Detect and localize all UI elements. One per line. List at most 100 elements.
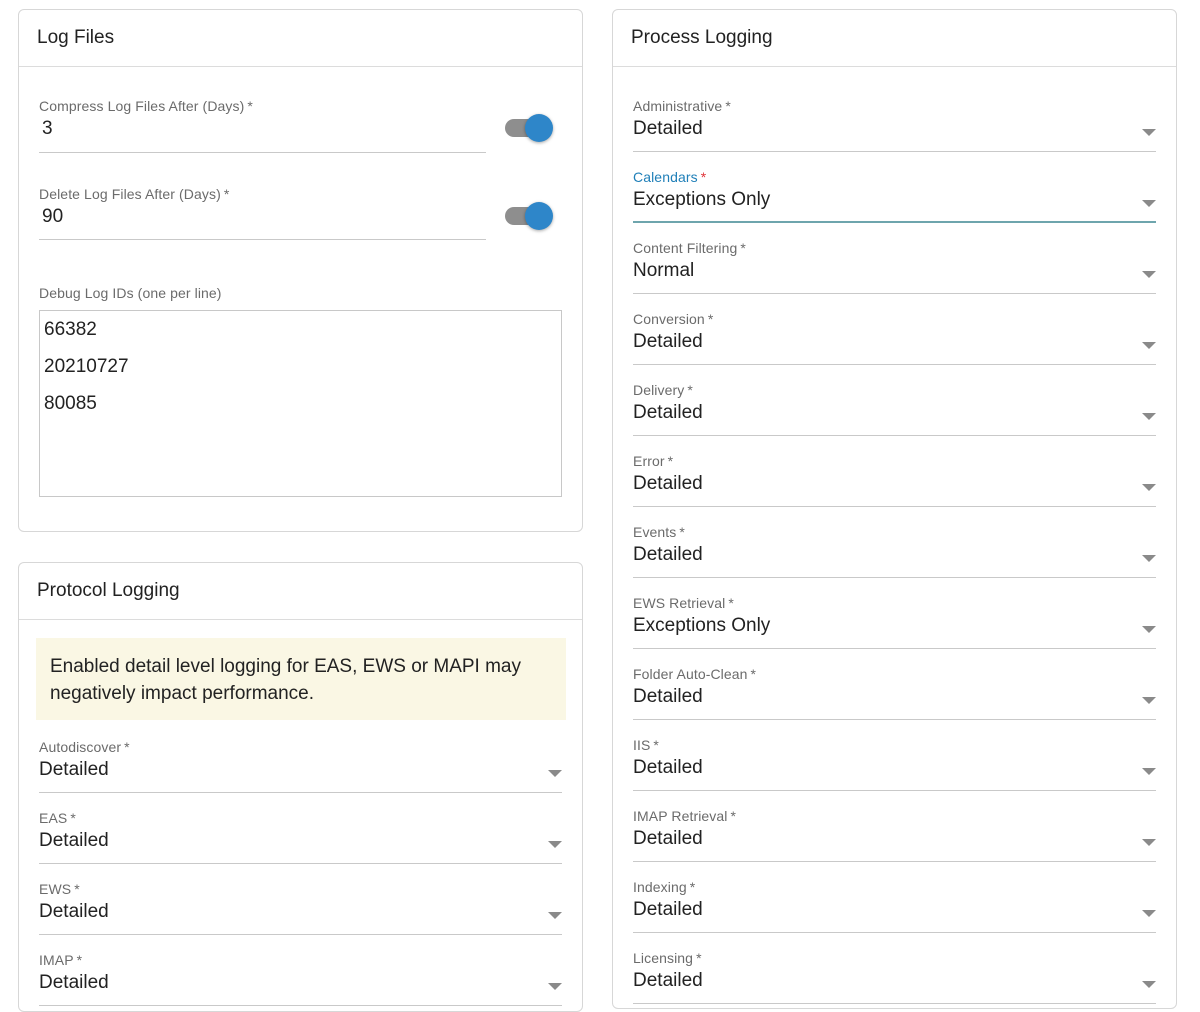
eas-label: EAS (39, 810, 68, 826)
field-underline (633, 932, 1156, 933)
chevron-down-icon[interactable] (1142, 697, 1156, 704)
administrative-select[interactable]: Administrative * Detailed (633, 98, 1156, 154)
compress-log-files-label: Compress Log Files After (Days) (39, 98, 245, 114)
chevron-down-icon[interactable] (548, 770, 562, 777)
chevron-down-icon[interactable] (548, 912, 562, 919)
imap-retrieval-value: Detailed (633, 828, 703, 849)
delete-log-files-label: Delete Log Files After (Days) (39, 186, 221, 202)
events-label: Events (633, 524, 677, 540)
delete-log-files-field[interactable]: Delete Log Files After (Days) * 90 (39, 186, 486, 242)
required-marker: * (653, 737, 659, 753)
chevron-down-icon[interactable] (1142, 484, 1156, 491)
field-underline (633, 293, 1156, 294)
content-filtering-label: Content Filtering (633, 240, 738, 256)
debug-log-id-line: 20210727 (44, 356, 129, 377)
folder-auto-clean-label: Folder Auto-Clean (633, 666, 748, 682)
conversion-label: Conversion (633, 311, 705, 327)
folder-auto-clean-select[interactable]: Folder Auto-Clean * Detailed (633, 666, 1156, 722)
chevron-down-icon[interactable] (1142, 129, 1156, 136)
calendars-label: Calendars (633, 169, 698, 185)
indexing-value: Detailed (633, 899, 703, 920)
compress-log-files-toggle[interactable] (503, 113, 555, 142)
conversion-value: Detailed (633, 331, 703, 352)
field-underline (39, 934, 562, 935)
ews-select[interactable]: EWS * Detailed (39, 881, 562, 937)
field-underline (633, 1003, 1156, 1004)
chevron-down-icon[interactable] (1142, 413, 1156, 420)
field-underline (633, 648, 1156, 649)
events-select[interactable]: Events * Detailed (633, 524, 1156, 580)
chevron-down-icon[interactable] (1142, 342, 1156, 349)
eas-value: Detailed (39, 830, 109, 851)
required-marker: * (740, 240, 746, 256)
delivery-select[interactable]: Delivery * Detailed (633, 382, 1156, 438)
compress-log-files-field[interactable]: Compress Log Files After (Days) * 3 (39, 98, 486, 154)
required-marker: * (689, 879, 696, 895)
conversion-select[interactable]: Conversion * Detailed (633, 311, 1156, 367)
delivery-label: Delivery (633, 382, 685, 398)
field-underline (633, 719, 1156, 720)
chevron-down-icon[interactable] (1142, 839, 1156, 846)
chevron-down-icon[interactable] (1142, 271, 1156, 278)
autodiscover-select[interactable]: Autodiscover * Detailed (39, 739, 562, 795)
error-select[interactable]: Error * Detailed (633, 453, 1156, 509)
required-marker: * (124, 739, 130, 755)
delete-log-files-input[interactable]: 90 (39, 206, 486, 228)
chevron-down-icon[interactable] (548, 983, 562, 990)
events-value: Detailed (633, 544, 703, 565)
iis-select[interactable]: IIS * Detailed (633, 737, 1156, 793)
imap-retrieval-label: IMAP Retrieval (633, 808, 728, 824)
iis-label: IIS (633, 737, 651, 753)
log-files-title: Log Files (19, 10, 582, 67)
field-underline (633, 221, 1156, 223)
content-filtering-select[interactable]: Content Filtering * Normal (633, 240, 1156, 296)
administrative-label: Administrative (633, 98, 723, 114)
required-marker: * (74, 881, 80, 897)
content-filtering-value: Normal (633, 260, 695, 281)
indexing-label: Indexing (633, 879, 687, 895)
field-underline (633, 151, 1156, 152)
required-marker: * (750, 666, 757, 682)
ews-value: Detailed (39, 901, 109, 922)
chevron-down-icon[interactable] (1142, 555, 1156, 562)
field-underline (39, 792, 562, 793)
chevron-down-icon[interactable] (548, 841, 562, 848)
toggle-knob (525, 202, 553, 230)
autodiscover-label: Autodiscover (39, 739, 122, 755)
delivery-value: Detailed (633, 402, 703, 423)
indexing-select[interactable]: Indexing * Detailed (633, 879, 1156, 935)
autodiscover-value: Detailed (39, 759, 109, 780)
chevron-down-icon[interactable] (1142, 768, 1156, 775)
licensing-select[interactable]: Licensing * Detailed (633, 950, 1156, 1006)
required-marker: * (70, 810, 76, 826)
administrative-value: Detailed (633, 118, 703, 139)
chevron-down-icon[interactable] (1142, 200, 1156, 207)
chevron-down-icon[interactable] (1142, 910, 1156, 917)
debug-log-id-line: 66382 (44, 319, 97, 340)
protocol-logging-title: Protocol Logging (19, 563, 582, 620)
required-marker: * (725, 98, 731, 114)
imap-value: Detailed (39, 972, 109, 993)
eas-select[interactable]: EAS * Detailed (39, 810, 562, 866)
error-label: Error (633, 453, 665, 469)
field-underline (633, 790, 1156, 791)
performance-warning: Enabled detail level logging for EAS, EW… (36, 638, 566, 720)
chevron-down-icon[interactable] (1142, 981, 1156, 988)
calendars-select[interactable]: Calendars * Exceptions Only (633, 169, 1156, 225)
protocol-logging-card: Protocol Logging Enabled detail level lo… (18, 562, 583, 1012)
ews-retrieval-select[interactable]: EWS Retrieval * Exceptions Only (633, 595, 1156, 651)
folder-auto-clean-value: Detailed (633, 686, 703, 707)
log-files-card: Log Files Compress Log Files After (Days… (18, 9, 583, 532)
chevron-down-icon[interactable] (1142, 626, 1156, 633)
iis-value: Detailed (633, 757, 703, 778)
process-logging-card: Process Logging Administrative * Detailed C… (612, 9, 1177, 1009)
debug-log-ids-textarea[interactable]: 66382 20210727 80085 (39, 310, 562, 497)
field-underline (39, 1005, 562, 1006)
calendars-value: Exceptions Only (633, 189, 771, 210)
field-underline (39, 863, 562, 864)
delete-log-files-toggle[interactable] (503, 201, 555, 230)
field-underline (633, 506, 1156, 507)
imap-retrieval-select[interactable]: IMAP Retrieval * Detailed (633, 808, 1156, 864)
compress-log-files-input[interactable]: 3 (39, 118, 486, 140)
licensing-label: Licensing (633, 950, 694, 966)
